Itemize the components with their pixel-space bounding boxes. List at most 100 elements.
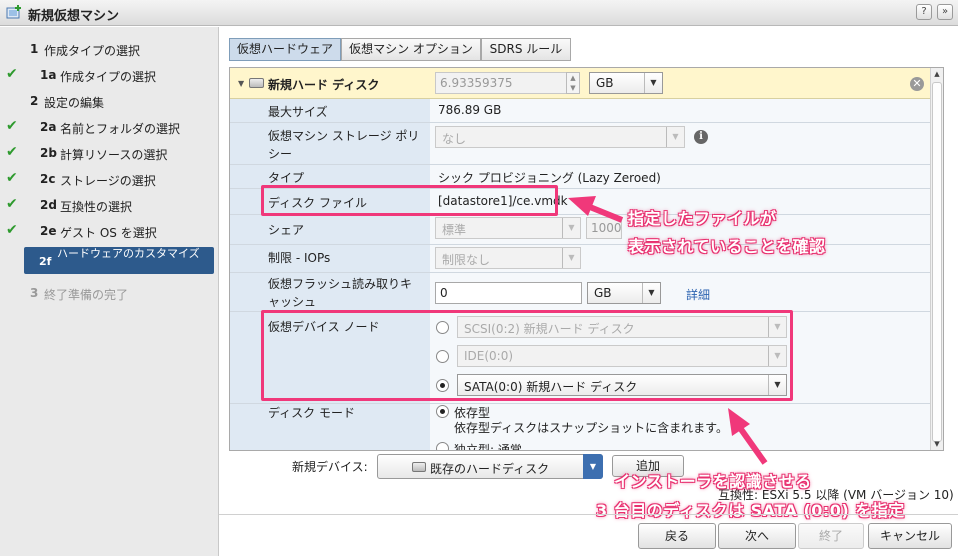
- nav-step-label: 作成タイプの選択: [60, 70, 157, 84]
- scroll-thumb[interactable]: [932, 82, 942, 442]
- collapse-arrow-icon[interactable]: ▼: [238, 79, 244, 88]
- nav-step-2a[interactable]: ✔ 2a 名前とフォルダの選択: [0, 115, 219, 139]
- disk-size-spinner[interactable]: ▲ ▼: [566, 72, 580, 94]
- divider: [230, 272, 930, 273]
- chevron-down-icon: ▼: [644, 73, 662, 93]
- annotation-box-disk-file: [261, 185, 558, 216]
- wizard-nav: 1 作成タイプの選択 ✔ 1a 作成タイプの選択 2 設定の編集 ✔ 2a 名前…: [0, 27, 219, 556]
- type-label: タイプ: [268, 171, 305, 185]
- check-icon: ✔: [6, 196, 18, 212]
- chevron-down-icon: ▼: [562, 218, 580, 238]
- disk-size-input[interactable]: 6.93359375: [435, 72, 567, 94]
- type-value: シック プロビジョニング (Lazy Zeroed): [438, 171, 661, 185]
- new-vm-icon: [6, 5, 21, 19]
- nav-step-2e[interactable]: ✔ 2e ゲスト OS を選択: [0, 219, 219, 243]
- disk-header-label: 新規ハード ディスク: [268, 78, 380, 92]
- nav-step-label: 互換性の選択: [60, 200, 133, 214]
- nav-step-label: 終了準備の完了: [44, 288, 129, 302]
- finish-button[interactable]: 終了: [798, 523, 864, 549]
- divider: [230, 164, 930, 165]
- flash-cache-label: 仮想フラッシュ読み取りキャッシュ: [268, 277, 413, 309]
- help-button[interactable]: ?: [916, 4, 932, 20]
- divider: [230, 122, 930, 123]
- nav-step-label: ハードウェアのカスタマイズ: [57, 247, 200, 260]
- disk-header-row[interactable]: ▼ 新規ハード ディスク 6.93359375 ▲ ▼ GB ▼ ✕: [230, 68, 930, 99]
- check-icon: ✔: [6, 222, 18, 238]
- limit-iops-label: 制限 - IOPs: [268, 251, 331, 265]
- max-size-label: 最大サイズ: [268, 105, 328, 119]
- nav-step-1a[interactable]: ✔ 1a 作成タイプの選択: [0, 63, 219, 87]
- nav-step-3: 3 終了準備の完了: [0, 281, 219, 305]
- callout-sata-line1: インストーラを認識させる: [614, 472, 812, 491]
- share-number-input[interactable]: 1000: [586, 217, 622, 239]
- storage-policy-label: 仮想マシン ストレージ ポリシー: [268, 129, 420, 161]
- nav-step-num: 2c: [40, 172, 56, 186]
- expand-button[interactable]: »: [937, 4, 953, 20]
- nav-step-label: 作成タイプの選択: [44, 44, 141, 58]
- nav-step-2d[interactable]: ✔ 2d 互換性の選択: [0, 193, 219, 217]
- storage-policy-select[interactable]: なし ▼: [435, 126, 685, 148]
- chevron-down-icon: ▼: [666, 127, 684, 147]
- share-select[interactable]: 標準 ▼: [435, 217, 581, 239]
- nav-step-num: 2: [30, 94, 39, 108]
- flash-cache-unit-select[interactable]: GB ▼: [587, 282, 661, 304]
- nav-step-num: 3: [30, 286, 39, 300]
- back-button[interactable]: 戻る: [638, 523, 716, 549]
- new-device-value: 既存のハードディスク: [430, 462, 550, 476]
- next-button[interactable]: 次へ: [718, 523, 796, 549]
- chevron-down-icon: ▼: [583, 454, 603, 479]
- check-icon: ✔: [6, 118, 18, 134]
- annotation-box-device-node: [261, 310, 793, 401]
- nav-step-num: 2a: [40, 120, 57, 134]
- title-bar: 新規仮想マシン ? »: [0, 0, 958, 26]
- nav-step-num: 2d: [40, 198, 57, 212]
- flash-cache-unit-value: GB: [594, 286, 612, 300]
- nav-step-label: 名前とフォルダの選択: [60, 122, 181, 136]
- nav-step-2b[interactable]: ✔ 2b 計算リソースの選択: [0, 141, 219, 165]
- disk-mode-label: ディスク モード: [268, 406, 355, 420]
- share-value: 標準: [442, 223, 467, 237]
- nav-step-num: 1: [30, 42, 39, 56]
- nav-step-label: ストレージの選択: [60, 174, 156, 188]
- nav-step-num: 1a: [40, 68, 57, 82]
- panel-scrollbar[interactable]: ▲ ▼: [930, 68, 943, 450]
- nav-step-2f-active[interactable]: 2f ハードウェアのカスタマイズ: [24, 247, 214, 274]
- disk-mode-next: 独立型: 通常: [454, 443, 522, 451]
- flash-cache-details-link[interactable]: 詳細: [686, 286, 710, 303]
- disk-size-unit-select[interactable]: GB ▼: [589, 72, 663, 94]
- remove-disk-icon[interactable]: ✕: [910, 77, 924, 91]
- disk-mode-desc: 依存型ディスクはスナップショットに含まれます。: [454, 421, 728, 435]
- scroll-down-icon[interactable]: ▼: [931, 438, 943, 450]
- cancel-button[interactable]: キャンセル: [868, 523, 952, 549]
- max-size-value: 786.89 GB: [438, 103, 502, 117]
- chevron-down-icon: ▼: [642, 283, 660, 303]
- tab-virtual-hardware[interactable]: 仮想ハードウェア: [229, 38, 341, 61]
- tab-vm-options[interactable]: 仮想マシン オプション: [341, 38, 481, 61]
- radio-dependent[interactable]: [436, 405, 449, 418]
- chevron-down-icon: ▼: [562, 248, 580, 268]
- disk-size-unit-value: GB: [596, 76, 614, 90]
- callout-file-line2: 表示されていることを確認: [628, 237, 826, 256]
- nav-step-label: 計算リソースの選択: [60, 148, 168, 162]
- limit-iops-value: 制限なし: [442, 253, 491, 267]
- limit-iops-select[interactable]: 制限なし ▼: [435, 247, 581, 269]
- nav-step-num: 2f: [39, 255, 52, 268]
- check-icon: ✔: [6, 170, 18, 186]
- nav-step-2c[interactable]: ✔ 2c ストレージの選択: [0, 167, 219, 191]
- callout-file-line1: 指定したファイルが: [628, 209, 777, 228]
- share-label: シェア: [268, 223, 305, 237]
- storage-policy-value: なし: [442, 132, 467, 146]
- radio-independent[interactable]: [436, 442, 449, 450]
- flash-cache-input[interactable]: 0: [435, 282, 582, 304]
- hard-disk-icon: [412, 462, 426, 472]
- scroll-up-icon[interactable]: ▲: [931, 68, 943, 80]
- footer-divider: [219, 514, 958, 515]
- hard-disk-icon: [249, 78, 264, 88]
- check-icon: ✔: [6, 144, 18, 160]
- tab-sdrs-rules[interactable]: SDRS ルール: [481, 38, 571, 61]
- callout-sata-line2: 3 台目のディスクは SATA (0:0) を指定: [596, 501, 905, 520]
- nav-step-1: 1 作成タイプの選択: [0, 37, 219, 61]
- new-device-select[interactable]: 既存のハードディスク ▼: [377, 454, 603, 479]
- info-icon[interactable]: i: [694, 130, 708, 144]
- new-device-label: 新規デバイス:: [292, 460, 368, 474]
